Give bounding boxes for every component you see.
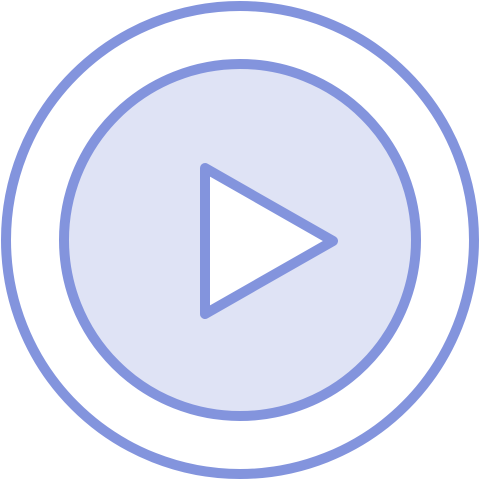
play-icon	[1, 1, 479, 479]
play-icon-canvas	[0, 0, 480, 480]
play-button[interactable]	[0, 0, 480, 480]
